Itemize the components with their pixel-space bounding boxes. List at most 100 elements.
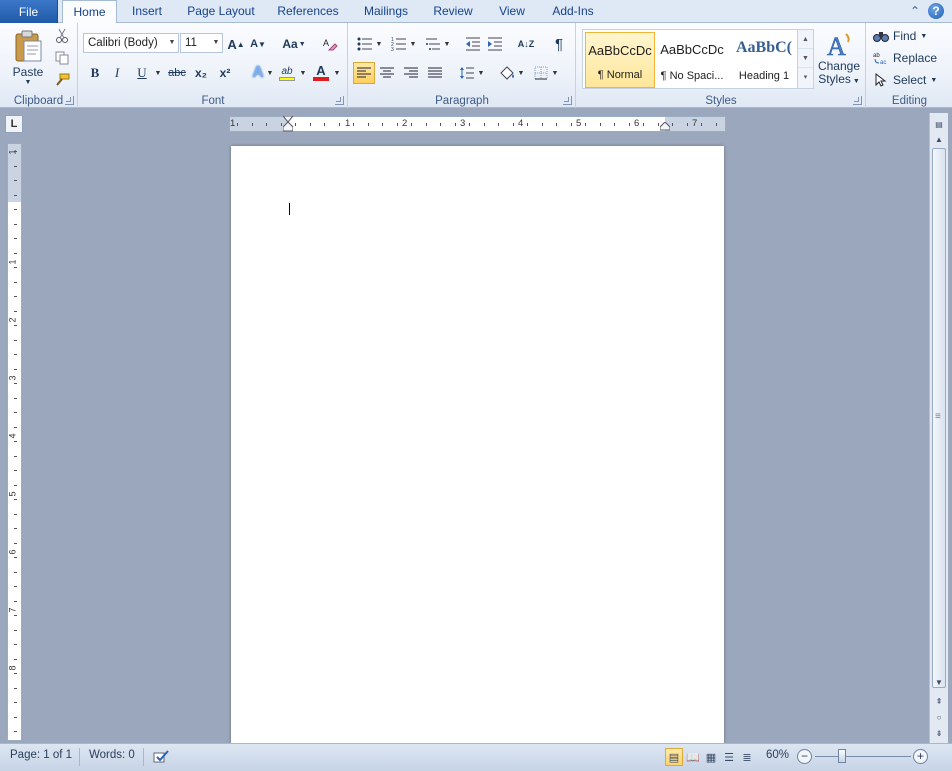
format-painter-button[interactable] <box>52 70 72 90</box>
tab-review[interactable]: Review <box>430 0 476 23</box>
numbering-button[interactable]: 123 <box>389 34 409 54</box>
font-color-dropdown-icon[interactable]: ▼ <box>333 63 341 83</box>
ruler-tick <box>14 180 17 181</box>
multilevel-list-button[interactable] <box>423 34 443 54</box>
grow-font-button[interactable]: A ▲ <box>226 34 246 54</box>
ruler-toggle-icon[interactable]: ▤ <box>931 116 947 132</box>
change-case-button[interactable]: Aa ▼ <box>280 34 308 54</box>
shrink-font-button[interactable]: A ▼ <box>248 34 268 54</box>
zoom-slider-thumb[interactable] <box>837 749 846 763</box>
zoom-in-icon[interactable]: + <box>913 749 928 764</box>
shading-dropdown-icon[interactable]: ▼ <box>517 63 525 83</box>
find-button[interactable]: Find ▼ <box>873 27 927 45</box>
replace-button[interactable]: ab ac Replace <box>873 49 937 67</box>
scroll-down-icon[interactable]: ▼ <box>931 676 947 688</box>
zoom-level[interactable]: 60% <box>766 749 789 761</box>
outline-view-button[interactable]: ☰ <box>720 748 738 766</box>
justify-button[interactable] <box>425 63 445 83</box>
ruler-tick <box>541 123 543 126</box>
next-page-icon[interactable]: ⇟ <box>931 725 947 741</box>
tab-page-layout[interactable]: Page Layout <box>184 0 258 23</box>
page-count[interactable]: Page: 1 of 1 <box>10 749 72 761</box>
shading-button[interactable] <box>497 63 517 83</box>
ruler-tick <box>14 687 17 689</box>
gallery-more-icon[interactable]: ▾ <box>798 68 813 87</box>
tab-selector-button[interactable]: L <box>5 115 23 133</box>
print-layout-view-button[interactable]: ▤ <box>665 748 683 766</box>
previous-page-icon[interactable]: ⇞ <box>931 693 947 709</box>
italic-button[interactable]: I <box>107 63 127 83</box>
align-left-button[interactable] <box>353 62 375 84</box>
subscript-button[interactable]: x₂ <box>191 63 211 83</box>
borders-button[interactable] <box>531 63 551 83</box>
sort-button[interactable]: A↓Z <box>516 34 536 54</box>
right-indent-marker-icon[interactable] <box>660 122 670 131</box>
line-spacing-dropdown-icon[interactable]: ▼ <box>477 63 485 83</box>
font-family-combo[interactable]: Calibri (Body) ▼ <box>83 33 179 53</box>
bold-button[interactable]: B <box>85 63 105 83</box>
underline-button[interactable]: U <box>132 63 152 83</box>
proofing-status-button[interactable] <box>152 748 170 766</box>
full-screen-reading-view-button[interactable]: 📖 <box>684 748 702 766</box>
styles-dialog-launcher-icon[interactable] <box>853 96 862 105</box>
align-right-button[interactable] <box>401 63 421 83</box>
help-icon[interactable]: ? <box>927 2 945 20</box>
change-styles-button[interactable]: A Change Styles ▼ <box>816 27 862 91</box>
borders-dropdown-icon[interactable]: ▼ <box>551 63 559 83</box>
bullets-dropdown-icon[interactable]: ▼ <box>375 34 383 54</box>
document-page[interactable] <box>231 146 724 743</box>
increase-indent-button[interactable] <box>485 34 505 54</box>
text-effects-button[interactable]: A <box>248 63 268 83</box>
underline-dropdown-icon[interactable]: ▼ <box>154 63 162 83</box>
style-normal[interactable]: AaBbCcDc ¶ Normal <box>585 32 655 88</box>
superscript-button[interactable]: x² <box>215 63 235 83</box>
font-size-combo[interactable]: 11 ▼ <box>180 33 223 53</box>
gallery-up-icon[interactable]: ▲ <box>798 30 813 49</box>
horizontal-ruler[interactable]: 1 1 2 3 4 5 6 7 <box>229 116 726 132</box>
style-no-spacing[interactable]: AaBbCcDc ¶ No Spaci... <box>657 32 727 88</box>
paragraph-dialog-launcher-icon[interactable] <box>563 96 572 105</box>
select-button[interactable]: Select ▼ <box>873 71 937 89</box>
tab-add-ins[interactable]: Add-Ins <box>548 0 598 23</box>
clear-formatting-button[interactable]: A <box>320 34 340 54</box>
vertical-ruler[interactable]: 1 1 2 3 4 5 6 7 8 <box>7 143 22 741</box>
copy-button[interactable] <box>52 48 72 68</box>
style-heading-1[interactable]: AaBbC( Heading 1 <box>729 32 799 88</box>
scroll-up-icon[interactable]: ▲ <box>931 134 947 144</box>
align-center-button[interactable] <box>377 63 397 83</box>
decrease-indent-button[interactable] <box>463 34 483 54</box>
tab-mailings[interactable]: Mailings <box>358 0 414 23</box>
bullets-button[interactable] <box>355 34 375 54</box>
scrollbar-thumb[interactable] <box>932 148 946 688</box>
line-spacing-button[interactable] <box>457 63 477 83</box>
strikethrough-button[interactable]: abc <box>167 63 187 83</box>
paste-button[interactable]: Paste ▼ <box>6 26 50 88</box>
multilevel-list-dropdown-icon[interactable]: ▼ <box>443 34 451 54</box>
highlight-button[interactable]: ab <box>277 63 297 83</box>
select-browse-object-icon[interactable]: ○ <box>931 709 947 725</box>
clipboard-dialog-launcher-icon[interactable] <box>65 96 74 105</box>
hanging-indent-marker-icon[interactable] <box>283 122 293 132</box>
cut-button[interactable] <box>52 26 72 46</box>
gallery-down-icon[interactable]: ▼ <box>798 49 813 68</box>
highlight-dropdown-icon[interactable]: ▼ <box>299 63 307 83</box>
tab-references[interactable]: References <box>274 0 342 23</box>
ruler-tick <box>14 441 17 442</box>
zoom-out-icon[interactable]: − <box>797 749 812 764</box>
vertical-scrollbar[interactable]: ▤ ▲ ▼ ⇞ ○ ⇟ <box>929 113 948 743</box>
web-layout-view-button[interactable]: ▦ <box>702 748 720 766</box>
tab-home[interactable]: Home <box>62 0 117 24</box>
tab-view[interactable]: View <box>494 0 530 23</box>
font-color-button[interactable]: A <box>311 63 331 83</box>
numbering-dropdown-icon[interactable]: ▼ <box>409 34 417 54</box>
zoom-slider-track[interactable] <box>815 756 911 757</box>
font-dialog-launcher-icon[interactable] <box>335 96 344 105</box>
text-effects-dropdown-icon[interactable]: ▼ <box>266 63 274 83</box>
word-count[interactable]: Words: 0 <box>89 749 135 761</box>
file-tab[interactable]: File <box>0 0 58 23</box>
draft-view-button[interactable]: ≣ <box>738 748 756 766</box>
minimize-ribbon-icon[interactable]: ⌃ <box>906 2 924 20</box>
show-formatting-button[interactable]: ¶ <box>549 34 569 54</box>
change-styles-icon: A <box>827 32 850 60</box>
tab-insert[interactable]: Insert <box>126 0 168 23</box>
